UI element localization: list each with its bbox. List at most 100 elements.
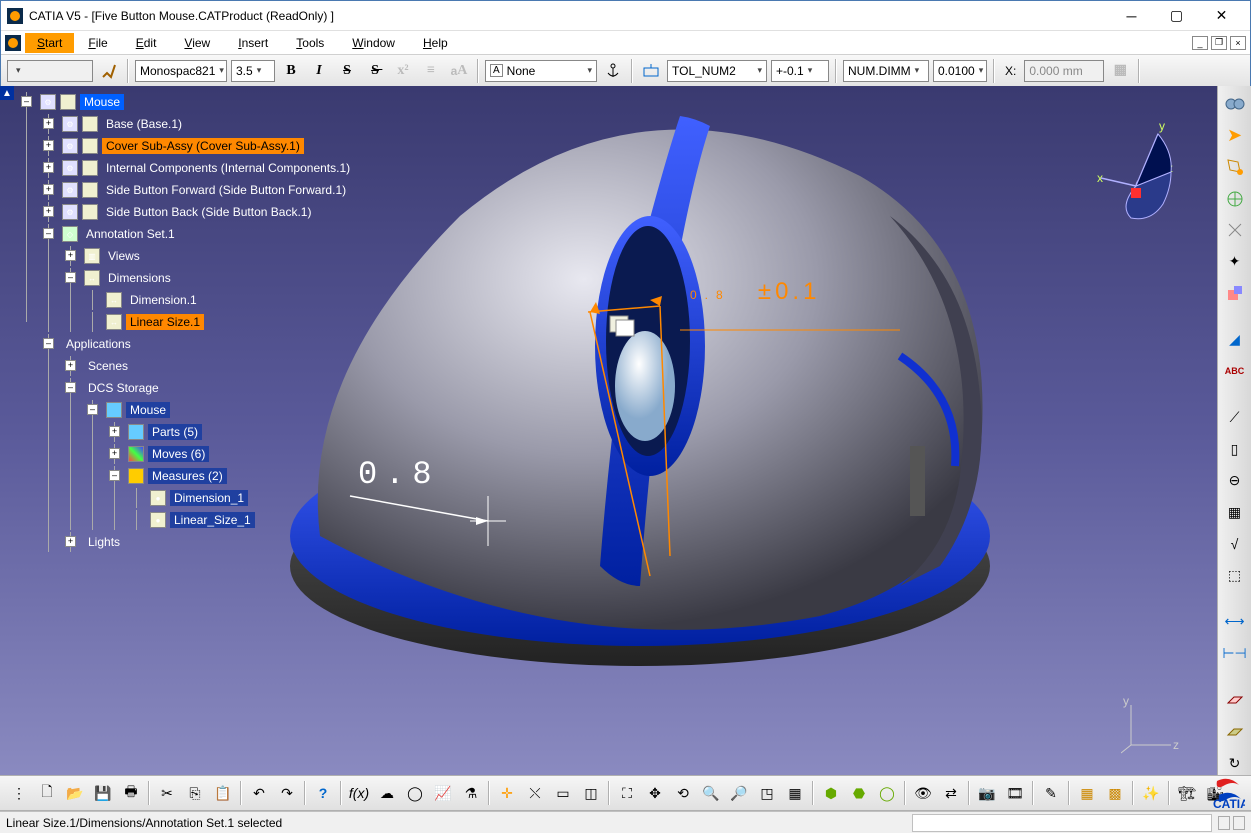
copy-icon[interactable]: ⎘ [182,780,208,806]
expand-icon[interactable]: + [65,360,76,371]
xyz-icon[interactable]: ⤬ [522,780,548,806]
x-value-input[interactable] [1024,60,1104,82]
undo-icon[interactable]: ↶ [246,780,272,806]
3d-viewport[interactable]: ▲ – ⚙Mouse +⚙Base (Base.1) +⚙Cover Sub-A… [0,86,1217,775]
zoom-out-icon[interactable]: 🔎 [726,780,752,806]
open-icon[interactable]: 📂 [62,780,88,806]
circle-icon[interactable]: ⊖ [1222,469,1248,492]
grip-icon[interactable] [1218,816,1230,830]
fit-all-icon[interactable]: ⛶ [614,780,640,806]
enh-scene-icon[interactable]: 🏗 [1174,780,1200,806]
command-input[interactable] [912,814,1212,832]
grid-snap-icon[interactable]: ▦ [1108,59,1132,83]
anchor-icon[interactable] [601,59,625,83]
redo-icon[interactable]: ↻ [1222,751,1248,774]
rotate-icon[interactable]: ⟲ [670,780,696,806]
tree-item-anno[interactable]: Annotation Set.1 [82,226,179,242]
know-icon[interactable]: ⚗ [458,780,484,806]
expand-icon[interactable]: – [87,404,98,415]
wand-icon[interactable]: ✨ [1138,780,1164,806]
menu-insert[interactable]: Insert [224,33,282,53]
dim-type-combo[interactable]: NUM.DIMM▾ [843,60,929,82]
expand-icon[interactable]: + [43,118,54,129]
capture2-icon[interactable]: 🎞 [1002,780,1028,806]
select-arrow-icon[interactable]: ➤ [1222,124,1248,147]
expand-icon[interactable]: – [21,96,32,107]
dim-value-orange[interactable]: 0.8 ±0.1 [690,272,820,309]
pan-icon[interactable]: ✥ [642,780,668,806]
expand-icon[interactable]: + [43,206,54,217]
strike-button[interactable]: S [335,59,359,83]
tree-item-cover[interactable]: Cover Sub-Assy (Cover Sub-Assy.1) [102,138,304,154]
compass-triad[interactable]: y x z [1091,116,1181,226]
dim-value-white[interactable]: 0.8 [358,456,440,493]
expand-icon[interactable]: + [109,426,120,437]
tree-dcs-parts[interactable]: Parts (5) [148,424,202,440]
tol-icon[interactable] [639,59,663,83]
axis-icon[interactable]: ✛ [494,780,520,806]
new-icon[interactable]: 🗋 [34,780,60,806]
tree-apps[interactable]: Applications [62,336,135,352]
expand-icon[interactable]: – [109,470,120,481]
grid1-icon[interactable]: ▦ [1074,780,1100,806]
shade-icon[interactable]: ⬣ [846,780,872,806]
eraser2-icon[interactable] [1222,720,1248,743]
measure2-icon[interactable]: ◫ [578,780,604,806]
cut-icon[interactable]: ✂ [154,780,180,806]
font-size-combo[interactable]: 3.5▾ [231,60,275,82]
tree-dcs-moves[interactable]: Moves (6) [148,446,209,462]
expand-icon[interactable]: + [43,184,54,195]
workbench-icon[interactable] [1222,92,1248,116]
help-icon[interactable]: ? [310,780,336,806]
expand-icon[interactable]: + [43,140,54,151]
menu-start[interactable]: Start [25,33,74,53]
expand-icon[interactable]: – [43,228,54,239]
save-icon[interactable]: 💾 [90,780,116,806]
menu-view[interactable]: View [170,33,224,53]
mdi-restore[interactable]: ❐ [1211,36,1227,50]
grid-icon[interactable]: ▦ [1222,501,1248,524]
mdi-close[interactable]: × [1230,36,1246,50]
mdi-minimize[interactable]: _ [1192,36,1208,50]
tree-meas-dim1[interactable]: Dimension_1 [170,490,248,506]
iso-view-icon[interactable]: ⬢ [818,780,844,806]
multi-view-icon[interactable]: ▦ [782,780,808,806]
balloon-icon[interactable]: ◯ [402,780,428,806]
tree-views[interactable]: Views [104,248,144,264]
expand-icon[interactable]: + [65,250,76,261]
menu-help[interactable]: Help [409,33,462,53]
eraser-icon[interactable] [1222,688,1248,711]
length-dim-icon[interactable]: ⊢⊣ [1222,642,1248,665]
print-icon[interactable]: 🖶 [118,780,144,806]
tree-scenes[interactable]: Scenes [84,358,132,374]
grip-icon[interactable] [1233,816,1245,830]
minimize-button[interactable]: ─ [1109,2,1154,30]
frame-icon[interactable]: ⬚ [1222,564,1248,587]
expand-icon[interactable]: – [65,272,76,283]
menu-tools[interactable]: Tools [282,33,338,53]
tree-root[interactable]: Mouse [80,94,124,110]
paste-icon[interactable]: 📋 [210,780,236,806]
rect-icon[interactable]: ▯ [1222,438,1248,461]
expand-icon[interactable]: + [65,536,76,547]
clash-icon[interactable] [1222,281,1248,304]
tree-dcs-mouse[interactable]: Mouse [126,402,170,418]
hide-show-icon[interactable]: 👁 [910,780,936,806]
tree-dcs-measures[interactable]: Measures (2) [148,468,227,484]
expand-icon[interactable]: + [43,162,54,173]
tol-value-combo[interactable]: +-0.1▾ [771,60,829,82]
manipulate-icon[interactable] [1222,187,1248,210]
dim-tool-icon[interactable]: ⟷ [1222,610,1248,633]
grid2-icon[interactable]: ▩ [1102,780,1128,806]
tree-item-sbb[interactable]: Side Button Back (Side Button Back.1) [102,204,315,220]
expand-icon[interactable]: – [43,338,54,349]
menu-window[interactable]: Window [338,33,409,53]
text-note-icon[interactable]: ABC [1222,360,1248,383]
flag-note-icon[interactable]: ◢ [1222,328,1248,351]
sqrt-icon[interactable]: √ [1222,532,1248,555]
tree-dims[interactable]: Dimensions [104,270,175,286]
justify-button[interactable]: ≡ [419,59,443,83]
expand-icon[interactable]: – [65,382,76,393]
style-combo[interactable]: ▾ [7,60,93,82]
zoom-in-icon[interactable]: 🔍 [698,780,724,806]
